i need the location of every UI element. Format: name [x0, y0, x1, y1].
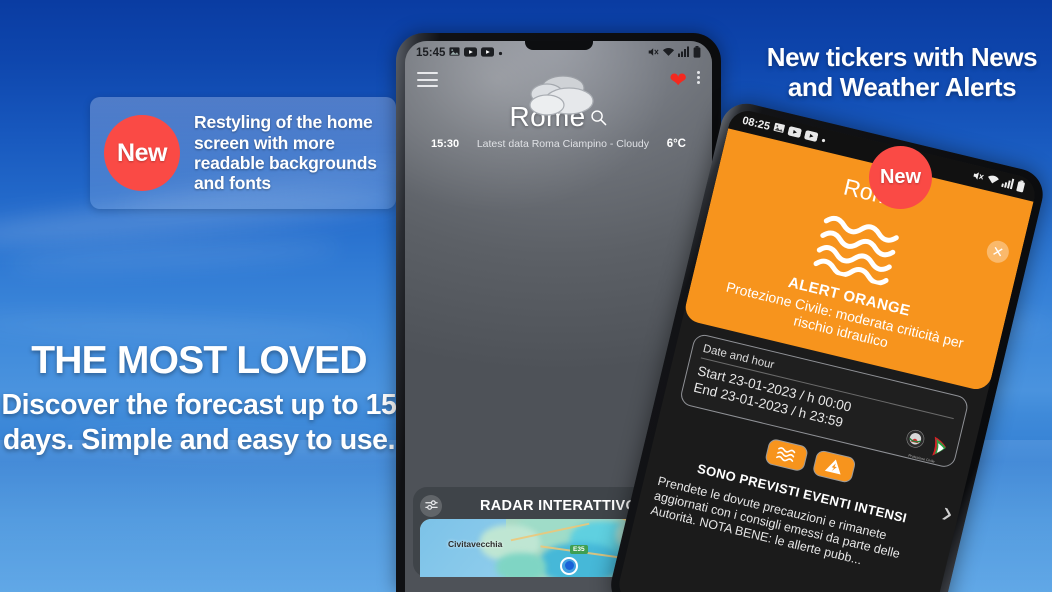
weather-header: ❤ Rome 15:30 Latest data Roma Ciampino -…: [405, 65, 712, 150]
mute-icon: [970, 168, 985, 185]
wifi-icon: [662, 46, 675, 60]
headline-right: New tickers with News and Weather Alerts: [766, 42, 1038, 103]
battery-icon: [693, 45, 701, 61]
feature-callout-card: New Restyling of the home screen with mo…: [90, 97, 396, 209]
dot-icon: [820, 134, 828, 147]
image-icon: [772, 121, 786, 137]
new-badge: New: [104, 115, 180, 191]
civil-protection-icon: [932, 436, 947, 456]
water-waves-icon[interactable]: [763, 437, 809, 473]
play-icon: [787, 125, 803, 141]
republic-emblem-icon: [906, 429, 925, 448]
image-icon: [449, 46, 460, 60]
play-icon: [464, 46, 478, 60]
observation-time: 15:30: [431, 138, 460, 150]
play-icon: [803, 129, 819, 145]
map-blob: [496, 552, 546, 577]
observation-row: 15:30 Latest data Roma Ciampino - Cloudy…: [417, 133, 700, 150]
page-subtitle: Discover the forecast up to 15 days. Sim…: [1, 389, 397, 457]
battery-icon: [1015, 179, 1026, 195]
callout-text: Restyling of the home screen with more r…: [194, 112, 377, 194]
hamburger-icon[interactable]: [417, 72, 438, 87]
signal-icon: [678, 46, 690, 60]
status-bar: 15:45: [405, 41, 712, 65]
signal-icon: [1000, 176, 1015, 192]
new-badge: New: [869, 146, 932, 209]
cloudy-icon: [517, 69, 601, 128]
dot-icon: [498, 47, 503, 59]
wifi-icon: [985, 172, 1001, 189]
heart-icon[interactable]: ❤: [669, 70, 687, 91]
status-time: 08:25: [741, 114, 772, 133]
thunderstorm-icon[interactable]: [811, 448, 857, 484]
sliders-icon[interactable]: [420, 494, 442, 517]
page-title: THE MOST LOVED: [31, 339, 367, 382]
map-city-label: Civitavecchia: [448, 538, 503, 549]
status-time: 15:45: [416, 47, 446, 59]
location-dot-icon: [560, 556, 578, 575]
mute-icon: [647, 46, 659, 61]
observation-temp: 6°C: [666, 138, 686, 150]
map-road-label: E35: [570, 544, 588, 554]
headline-left: THE MOST LOVED Discover the forecast up …: [0, 340, 398, 458]
kebab-menu-icon[interactable]: [697, 69, 700, 86]
play-icon: [481, 46, 495, 60]
cloud-wisp: [9, 237, 341, 275]
observation-text: Latest data Roma Ciampino - Cloudy: [476, 138, 649, 150]
